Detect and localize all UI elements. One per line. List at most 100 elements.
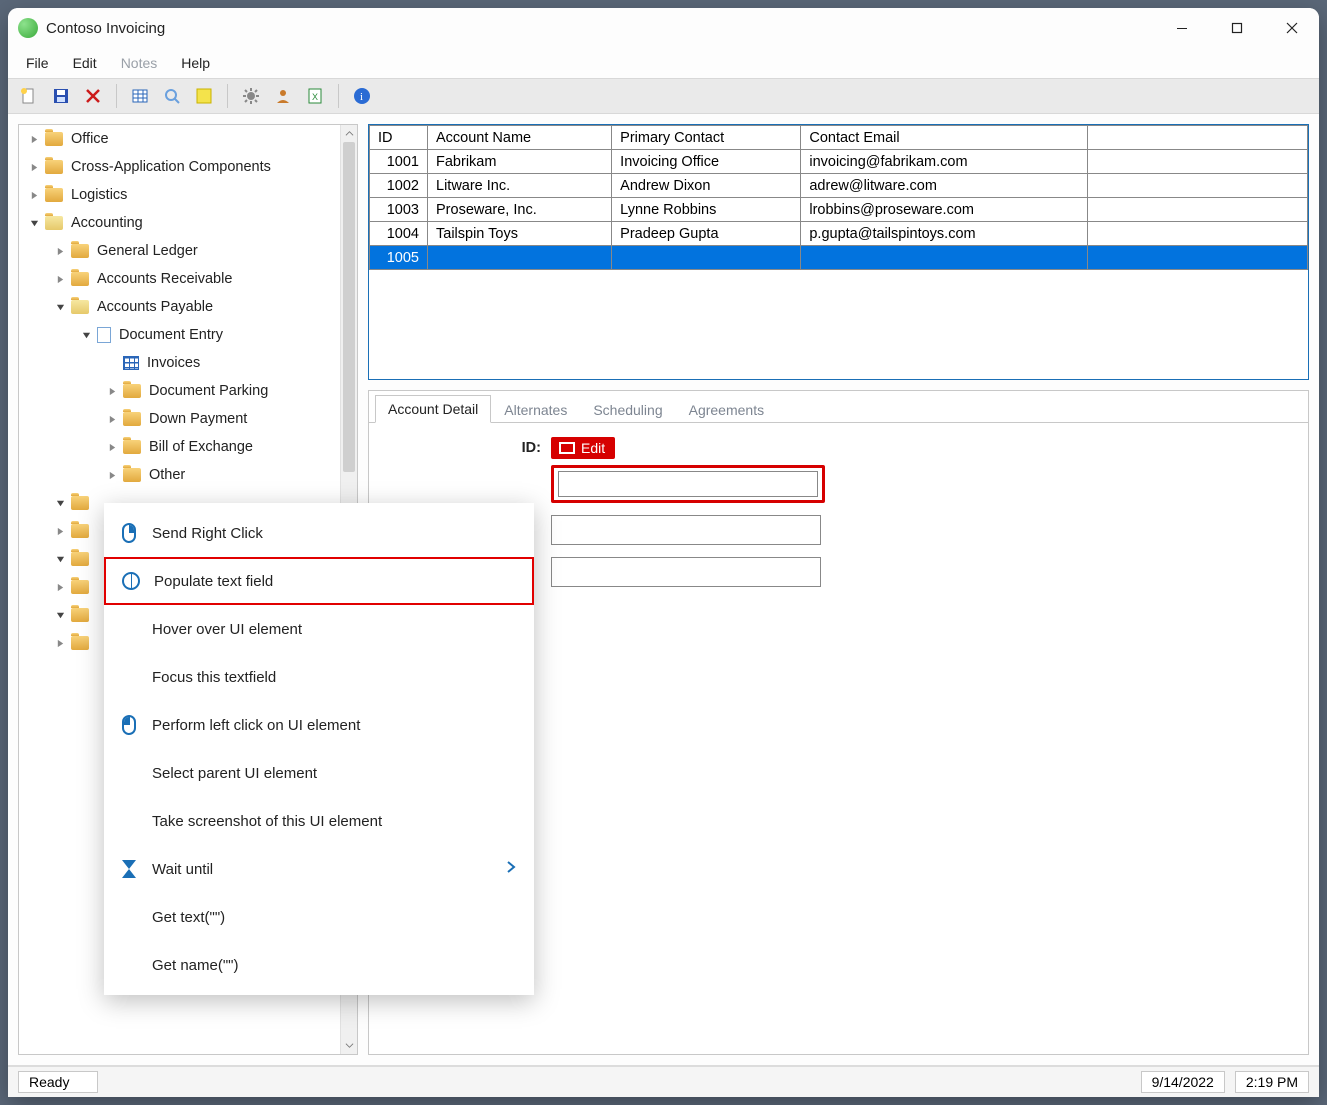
field-3-input[interactable] xyxy=(551,557,821,587)
tree-caret-icon[interactable] xyxy=(107,386,117,396)
context-menu-item[interactable]: Get text("") xyxy=(104,893,534,941)
tree-item[interactable]: Office xyxy=(19,125,340,153)
tree-item[interactable]: Document Parking xyxy=(19,377,340,405)
tree-caret-icon[interactable] xyxy=(55,526,65,536)
tree-item[interactable]: General Ledger xyxy=(19,237,340,265)
tree-item[interactable]: Cross-Application Components xyxy=(19,153,340,181)
column-header[interactable]: ID xyxy=(370,126,428,150)
tree-caret-icon[interactable] xyxy=(55,498,65,508)
cell-id[interactable]: 1003 xyxy=(370,198,428,222)
table-row[interactable]: 1001FabrikamInvoicing Officeinvoicing@fa… xyxy=(370,150,1308,174)
cell-id[interactable]: 1005 xyxy=(370,246,428,270)
tab[interactable]: Account Detail xyxy=(375,395,491,423)
context-menu-item[interactable]: Get name("") xyxy=(104,941,534,989)
field-2-input[interactable] xyxy=(551,515,821,545)
tree-item[interactable]: Bill of Exchange xyxy=(19,433,340,461)
context-menu-item[interactable]: Wait until xyxy=(104,845,534,893)
cell-email[interactable] xyxy=(801,246,1088,270)
menu-edit[interactable]: Edit xyxy=(63,51,107,75)
tree-item[interactable]: Accounting xyxy=(19,209,340,237)
tab[interactable]: Agreements xyxy=(676,396,777,423)
context-menu-item[interactable]: Perform left click on UI element xyxy=(104,701,534,749)
tree-caret-icon[interactable] xyxy=(29,134,39,144)
tree-caret-icon[interactable] xyxy=(29,162,39,172)
table-row[interactable]: 1003Proseware, Inc.Lynne Robbinslrobbins… xyxy=(370,198,1308,222)
cell-email[interactable]: adrew@litware.com xyxy=(801,174,1088,198)
context-menu-item[interactable]: Focus this textfield xyxy=(104,653,534,701)
table-row[interactable]: 1004Tailspin ToysPradeep Guptap.gupta@ta… xyxy=(370,222,1308,246)
tree-caret-icon[interactable] xyxy=(107,414,117,424)
context-menu-item[interactable]: Take screenshot of this UI element xyxy=(104,797,534,845)
table-row[interactable]: 1005 xyxy=(370,246,1308,270)
tree-caret-icon[interactable] xyxy=(55,302,65,312)
tree-caret-icon[interactable] xyxy=(55,274,65,284)
tree-item[interactable]: Accounts Payable xyxy=(19,293,340,321)
folder-icon xyxy=(123,440,141,454)
cell-email[interactable]: lrobbins@proseware.com xyxy=(801,198,1088,222)
tree-caret-icon[interactable] xyxy=(55,638,65,648)
cell-id[interactable]: 1004 xyxy=(370,222,428,246)
close-button[interactable] xyxy=(1264,8,1319,48)
tree-item[interactable]: Logistics xyxy=(19,181,340,209)
export-button[interactable]: X xyxy=(302,83,328,109)
user-button[interactable] xyxy=(270,83,296,109)
search-button[interactable] xyxy=(159,83,185,109)
data-grid[interactable]: IDAccount NamePrimary ContactContact Ema… xyxy=(368,124,1309,380)
tree-item[interactable]: Other xyxy=(19,461,340,489)
cell-contact[interactable]: Lynne Robbins xyxy=(612,198,801,222)
new-button[interactable] xyxy=(16,83,42,109)
tree-caret-icon[interactable] xyxy=(55,582,65,592)
tree-caret-icon[interactable] xyxy=(81,330,91,340)
cell-name[interactable]: Litware Inc. xyxy=(428,174,612,198)
tree-item[interactable]: Document Entry xyxy=(19,321,340,349)
context-menu-item[interactable]: Populate text field xyxy=(104,557,534,605)
scroll-thumb[interactable] xyxy=(343,142,355,472)
tree-caret-icon[interactable] xyxy=(107,470,117,480)
cell-contact[interactable]: Pradeep Gupta xyxy=(612,222,801,246)
cell-contact[interactable]: Andrew Dixon xyxy=(612,174,801,198)
save-button[interactable] xyxy=(48,83,74,109)
tree-item[interactable]: Invoices xyxy=(19,349,340,377)
cell-name[interactable] xyxy=(428,246,612,270)
tree-caret-icon[interactable] xyxy=(29,218,39,228)
column-header[interactable]: Account Name xyxy=(428,126,612,150)
cell-id[interactable]: 1001 xyxy=(370,150,428,174)
column-header[interactable]: Primary Contact xyxy=(612,126,801,150)
tree-caret-icon[interactable] xyxy=(29,190,39,200)
tab[interactable]: Scheduling xyxy=(580,396,675,423)
info-button[interactable]: i xyxy=(349,83,375,109)
minimize-button[interactable] xyxy=(1154,8,1209,48)
context-menu-item[interactable]: Hover over UI element xyxy=(104,605,534,653)
tree-caret-icon[interactable] xyxy=(55,554,65,564)
menu-help[interactable]: Help xyxy=(171,51,220,75)
cell-name[interactable]: Tailspin Toys xyxy=(428,222,612,246)
tree-item[interactable]: Accounts Receivable xyxy=(19,265,340,293)
context-menu-item[interactable]: Send Right Click xyxy=(104,509,534,557)
cell-email[interactable]: p.gupta@tailspintoys.com xyxy=(801,222,1088,246)
tree-caret-icon[interactable] xyxy=(55,246,65,256)
column-header[interactable]: Contact Email xyxy=(801,126,1088,150)
grid-button[interactable] xyxy=(127,83,153,109)
scroll-down-button[interactable] xyxy=(341,1037,357,1054)
menu-file[interactable]: File xyxy=(16,51,59,75)
cell-contact[interactable] xyxy=(612,246,801,270)
table-row[interactable]: 1002Litware Inc.Andrew Dixonadrew@litwar… xyxy=(370,174,1308,198)
cell-name[interactable]: Proseware, Inc. xyxy=(428,198,612,222)
cell-contact[interactable]: Invoicing Office xyxy=(612,150,801,174)
id-input[interactable] xyxy=(558,471,818,497)
maximize-button[interactable] xyxy=(1209,8,1264,48)
mouse-right-icon xyxy=(118,522,140,544)
cell-id[interactable]: 1002 xyxy=(370,174,428,198)
tree-caret-icon[interactable] xyxy=(107,442,117,452)
tree-item[interactable]: Down Payment xyxy=(19,405,340,433)
delete-button[interactable] xyxy=(80,83,106,109)
note-button[interactable] xyxy=(191,83,217,109)
scroll-up-button[interactable] xyxy=(341,125,357,142)
cell-name[interactable]: Fabrikam xyxy=(428,150,612,174)
settings-button[interactable] xyxy=(238,83,264,109)
context-menu-item[interactable]: Select parent UI element xyxy=(104,749,534,797)
cell-email[interactable]: invoicing@fabrikam.com xyxy=(801,150,1088,174)
edit-chip[interactable]: Edit xyxy=(551,437,615,459)
tab[interactable]: Alternates xyxy=(491,396,580,423)
tree-caret-icon[interactable] xyxy=(55,610,65,620)
